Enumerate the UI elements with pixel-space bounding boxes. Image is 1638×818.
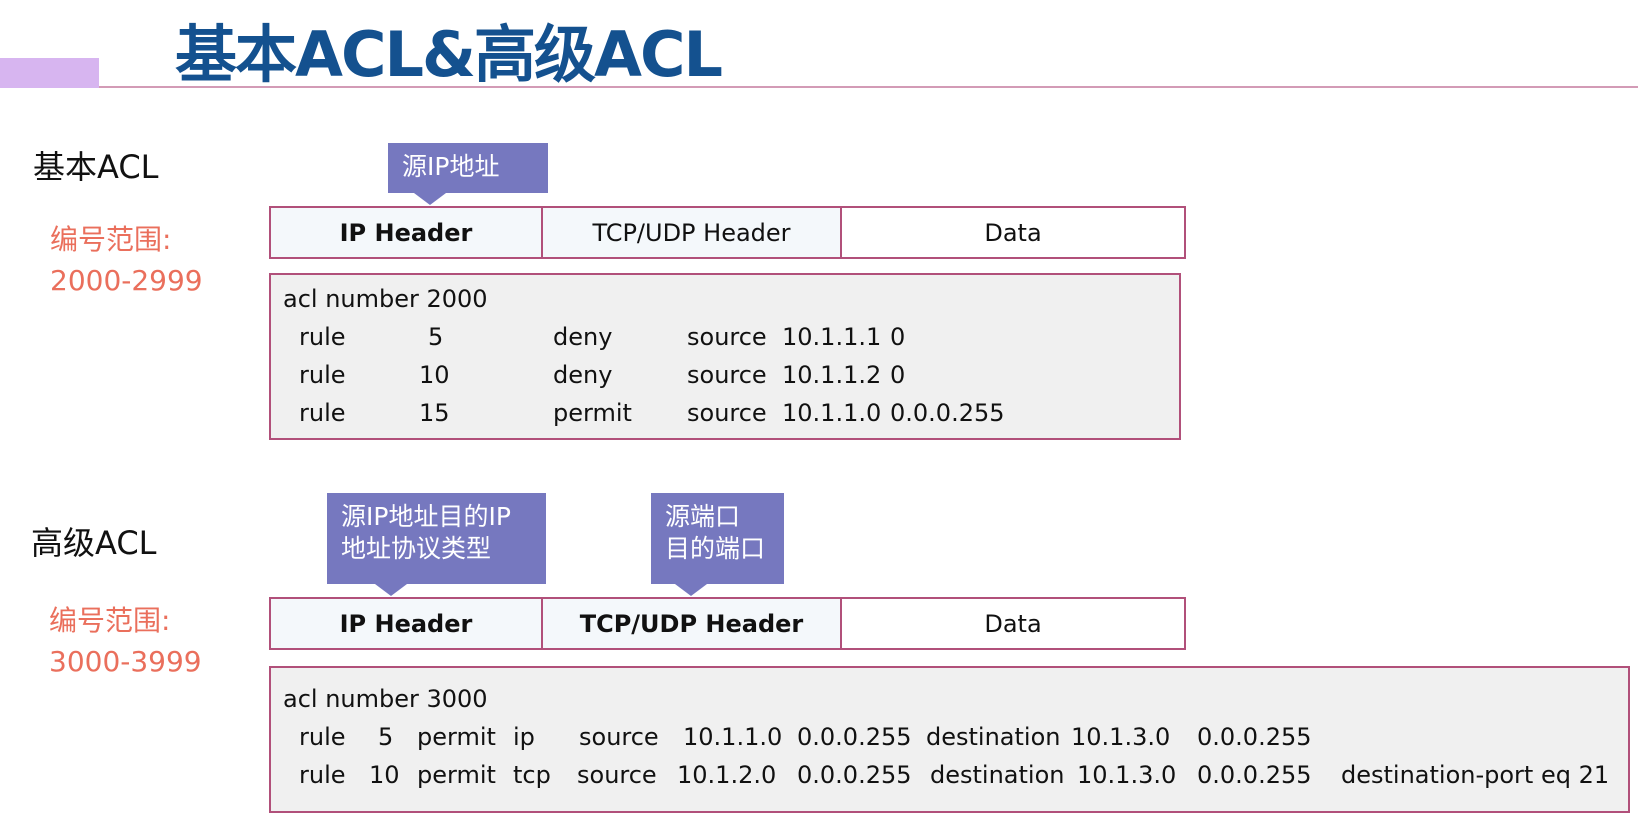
port-callout: 源端口 目的端口 [651,493,784,596]
basic-packet-header-row: IP Header TCP/UDP Header Data [269,206,1186,259]
advanced-rule-field: rule [299,723,346,751]
advanced-rule-field: permit [417,761,496,789]
port-callout-line2: 目的端口 [665,534,766,563]
advanced-ip-header-cell: IP Header [271,599,543,648]
basic-rule-field: 0 [890,361,906,389]
advanced-rule-field: 10.1.1.0 [683,723,783,751]
callout-pointer [414,193,446,205]
advanced-rule-field: permit [417,723,496,751]
advanced-rule-field: tcp [513,761,551,789]
basic-rule-field: 10.1.1.2 [782,361,882,389]
basic-rule-field: permit [553,399,632,427]
advanced-tcp-udp-header-cell: TCP/UDP Header [543,599,842,648]
advanced-rule-field: source [579,723,659,751]
advanced-rule-field: 0.0.0.255 [797,761,912,789]
basic-rule-field: deny [553,323,613,351]
advanced-rule-field: 0.0.0.255 [1197,723,1312,751]
basic-data-cell: Data [842,208,1184,257]
advanced-range-label: 编号范围: [49,604,171,637]
advanced-rule-field: destination [926,723,1061,751]
callout-pointer [675,584,707,596]
ip-protocol-callout-line1: 源IP地址目的IP [341,502,511,531]
advanced-rule-field: 5 [378,723,394,751]
basic-rule-field: rule [299,323,346,351]
advanced-rule-field: destination [930,761,1065,789]
basic-range-label: 编号范围: [50,223,172,256]
advanced-acl-config-box: acl number 3000 rule 5 permit ip source 10.1.… [269,666,1630,813]
ip-protocol-callout-line2: 地址协议类型 [341,534,492,563]
basic-rule-field: deny [553,361,613,389]
advanced-range: 编号范围: 3000-3999 [49,600,202,682]
advanced-rule-field: 0.0.0.255 [1197,761,1312,789]
advanced-rule-field: rule [299,761,346,789]
basic-rule-field: 10.1.1.0 [782,399,882,427]
basic-range-value: 2000-2999 [50,264,203,297]
source-ip-callout: 源IP地址 [388,143,548,205]
advanced-rule-field: ip [513,723,535,751]
basic-rule-field: 10.1.1.1 [782,323,882,351]
advanced-rule-field: 10 [369,761,400,789]
basic-tcp-udp-header-cell: TCP/UDP Header [543,208,842,257]
advanced-rule-field: source [577,761,657,789]
basic-rules: rule 5 deny source 10.1.1.1 0 rule 10 deny source… [271,275,1179,427]
basic-rule-field: 10 [419,361,450,389]
callout-pointer [375,584,407,596]
advanced-packet-header-row: IP Header TCP/UDP Header Data [269,597,1186,650]
source-ip-callout-text: 源IP地址 [402,152,500,181]
port-callout-line1: 源端口 [665,502,741,531]
advanced-rule-field: 0.0.0.255 [797,723,912,751]
basic-ip-header-cell: IP Header [271,208,543,257]
basic-rule-field: source [687,399,767,427]
basic-rule-field: rule [299,361,346,389]
basic-rule-field: rule [299,399,346,427]
advanced-rule-field: 10.1.3.0 [1077,761,1177,789]
basic-rule-field: source [687,323,767,351]
advanced-acl-heading: 高级ACL [31,524,157,562]
basic-rule-field: 0 [890,323,906,351]
advanced-range-value: 3000-3999 [49,645,202,678]
basic-rule-field: source [687,361,767,389]
advanced-data-cell: Data [842,599,1184,648]
advanced-rule-field: destination-port eq 21 [1341,761,1610,789]
basic-acl-heading: 基本ACL [33,148,159,186]
basic-rule-field: 5 [428,323,444,351]
basic-range: 编号范围: 2000-2999 [50,219,203,301]
basic-rule-field: 15 [419,399,450,427]
ip-protocol-callout: 源IP地址目的IP 地址协议类型 [327,493,546,596]
page-title: 基本ACL&高级ACL [175,18,723,91]
advanced-rule-field: 10.1.2.0 [677,761,777,789]
advanced-rules: rule 5 permit ip source 10.1.1.0 0.0.0.255 dest… [271,668,1628,789]
basic-acl-config-box: acl number 2000 rule 5 deny source 10.1.1.1 0… [269,273,1181,440]
accent-bar [0,58,99,88]
basic-rule-field: 0.0.0.255 [890,399,1005,427]
advanced-rule-field: 10.1.3.0 [1071,723,1171,751]
